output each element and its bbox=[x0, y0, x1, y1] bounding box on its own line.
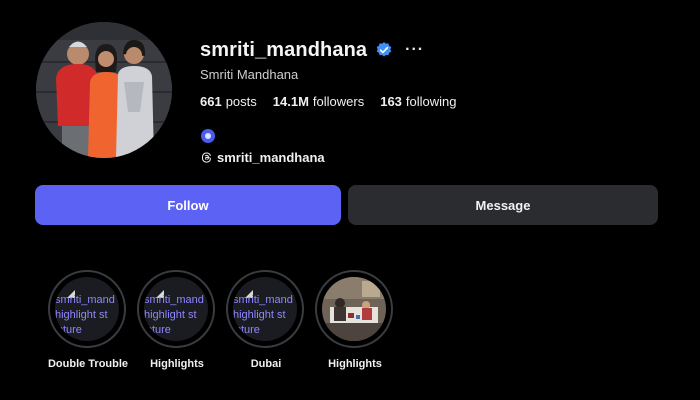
profile-stats: 661 posts 14.1M followers 163 following bbox=[200, 94, 457, 109]
broken-image-icon bbox=[67, 285, 75, 298]
highlight-alt-text: smriti_mand highlight st icture bbox=[144, 294, 204, 336]
username: smriti_mandhana bbox=[200, 38, 368, 61]
highlight-title: Highlights bbox=[328, 358, 382, 370]
highlight-ring bbox=[315, 270, 393, 348]
profile-avatar[interactable] bbox=[36, 22, 172, 158]
highlight-alt-text: smriti_mand highlight st icture bbox=[55, 294, 115, 336]
stat-followers[interactable]: 14.1M followers bbox=[273, 94, 364, 109]
threads-badge-icon[interactable] bbox=[200, 128, 216, 144]
highlight-ring: smriti_mand highlight st icture bbox=[48, 270, 126, 348]
full-name: Smriti Mandhana bbox=[200, 67, 299, 82]
broken-image-icon bbox=[245, 285, 253, 298]
threads-handle: smriti_mandhana bbox=[217, 149, 325, 165]
broken-image-icon bbox=[156, 285, 164, 298]
threads-link[interactable]: smriti_mandhana bbox=[200, 148, 325, 166]
more-options-icon[interactable]: ··· bbox=[405, 42, 424, 58]
message-button[interactable]: Message bbox=[348, 185, 658, 225]
follow-button[interactable]: Follow bbox=[35, 185, 341, 225]
highlight-broken-image: smriti_mand highlight st icture bbox=[55, 277, 119, 341]
verified-badge-icon bbox=[375, 41, 393, 59]
highlight-alt-text: smriti_mand highlight st icture bbox=[233, 294, 293, 336]
highlight-broken-image: smriti_mand highlight st icture bbox=[144, 277, 208, 341]
highlight-ring: smriti_mand highlight st icture bbox=[137, 270, 215, 348]
threads-icon bbox=[200, 151, 213, 164]
stat-posts: 661 posts bbox=[200, 94, 257, 109]
highlight-broken-image: smriti_mand highlight st icture bbox=[233, 277, 297, 341]
highlight-cover-photo bbox=[322, 277, 386, 341]
username-row: smriti_mandhana ··· bbox=[200, 36, 424, 64]
highlight-ring: smriti_mand highlight st icture bbox=[226, 270, 304, 348]
stat-following[interactable]: 163 following bbox=[380, 94, 456, 109]
